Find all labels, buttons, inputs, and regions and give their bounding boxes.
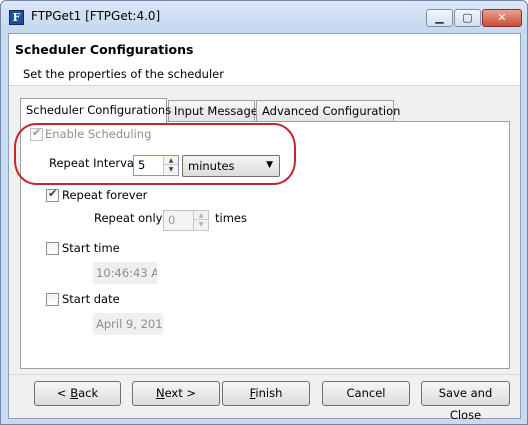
back-label-rest: ack <box>78 386 99 400</box>
tab-input-message[interactable]: Input Message <box>168 100 258 122</box>
repeat-only-spinner[interactable]: 0 ▲ ▼ <box>163 210 209 231</box>
footer-divider <box>9 374 520 375</box>
repeat-forever-checkbox[interactable] <box>46 187 59 202</box>
repeat-only-label: Repeat only <box>94 211 163 225</box>
next-button[interactable]: Next > <box>132 381 220 406</box>
repeat-only-stepper: ▲ ▼ <box>193 211 208 230</box>
back-prefix: < <box>56 386 71 400</box>
spin-down-icon[interactable]: ▼ <box>194 220 208 229</box>
back-button[interactable]: < Back <box>34 381 121 406</box>
start-date-label: Start date <box>62 292 120 306</box>
app-icon: F <box>9 10 24 25</box>
next-mnemonic: N <box>155 386 165 400</box>
start-time-label: Start time <box>62 241 120 255</box>
minimize-button[interactable]: ▁ <box>426 9 453 27</box>
maximize-button[interactable]: ▢ <box>454 9 481 27</box>
annotation-highlight-ellipse <box>14 123 296 185</box>
start-date-checkbox[interactable] <box>46 293 59 306</box>
save-and-close-button[interactable]: Save and Close <box>421 381 510 422</box>
wizard-header: Scheduler Configurations Set the propert… <box>9 34 520 86</box>
repeat-forever-label: Repeat forever <box>62 188 148 202</box>
wizard-window: F FTPGet1 [FTPGet:4.0] ▁ ▢ ✕ Scheduler C… <box>0 0 528 425</box>
page-title: Scheduler Configurations <box>15 42 194 57</box>
dialog-client-area: Scheduler Configurations Set the propert… <box>8 33 521 422</box>
start-time-field[interactable]: 10:46:43 AM <box>93 262 157 284</box>
cancel-button[interactable]: Cancel <box>322 381 410 406</box>
back-mnemonic: B <box>70 386 79 400</box>
tab-scheduler-configurations[interactable]: Scheduler Configurations <box>20 98 171 123</box>
repeat-only-suffix: times <box>215 211 247 225</box>
close-button[interactable]: ✕ <box>482 9 522 27</box>
page-subtitle: Set the properties of the scheduler <box>23 67 224 81</box>
title-bar: F FTPGet1 [FTPGet:4.0] ▁ ▢ ✕ <box>1 1 527 33</box>
spin-up-icon[interactable]: ▲ <box>194 211 208 220</box>
window-title: FTPGet1 [FTPGet:4.0] <box>31 9 161 23</box>
tab-advanced-configuration[interactable]: Advanced Configuration <box>256 100 400 122</box>
finish-label-rest: inish <box>255 386 283 400</box>
next-label-rest: ext > <box>164 386 197 400</box>
start-date-field[interactable]: April 9, 2014 <box>93 313 163 335</box>
repeat-only-value: 0 <box>168 213 176 227</box>
finish-button[interactable]: Finish <box>222 381 310 406</box>
start-time-checkbox[interactable] <box>46 242 59 255</box>
